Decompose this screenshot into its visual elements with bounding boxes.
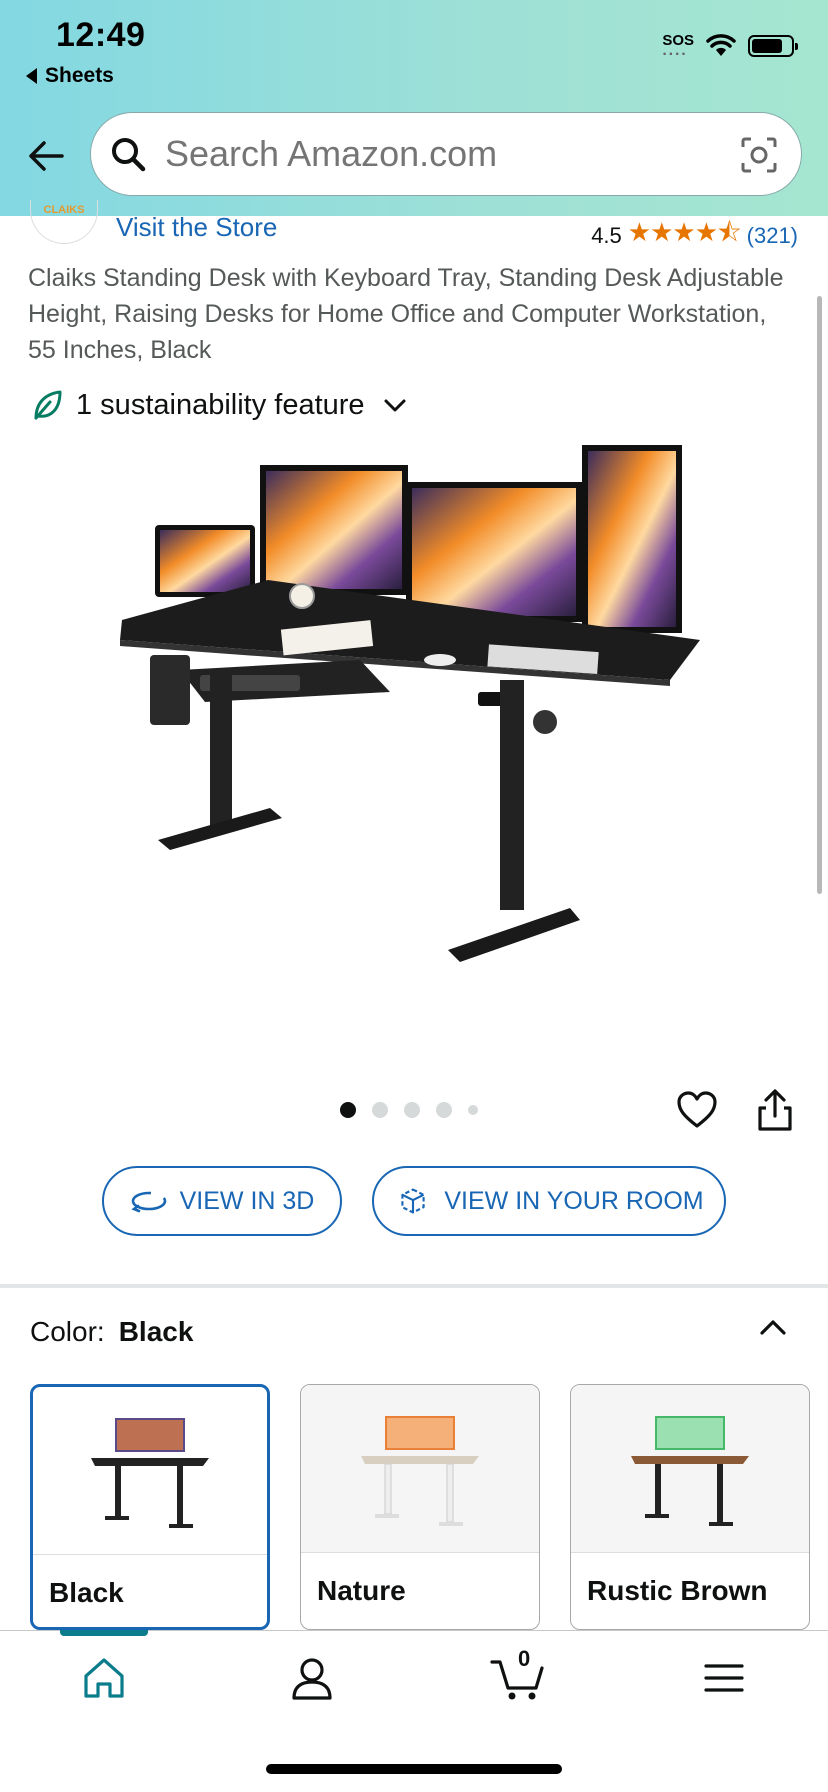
pagination-dot[interactable] — [468, 1105, 478, 1115]
section-divider — [0, 1284, 828, 1288]
cart-count-badge: 0 — [518, 1646, 531, 1671]
back-to-app-link[interactable]: Sheets — [26, 64, 114, 88]
search-input[interactable] — [165, 133, 705, 175]
color-option-label: Nature — [317, 1575, 406, 1606]
account-icon[interactable] — [288, 1654, 336, 1702]
visit-store-link[interactable]: Visit the Store — [116, 212, 277, 243]
color-option-nature[interactable]: Nature — [300, 1384, 540, 1630]
home-indicator-bar[interactable] — [266, 1764, 562, 1774]
page-scrollbar[interactable] — [817, 296, 822, 894]
desk-black-thumbnail — [91, 1417, 209, 1528]
wifi-icon — [706, 34, 736, 56]
desk-rustic-brown-thumbnail — [631, 1415, 749, 1526]
color-option-rustic-brown[interactable]: Rustic Brown — [570, 1384, 810, 1630]
home-icon[interactable] — [80, 1654, 128, 1702]
chevron-down-icon — [384, 399, 406, 412]
product-title: Claiks Standing Desk with Keyboard Tray,… — [28, 264, 784, 364]
selected-color-value: Black — [118, 1316, 194, 1347]
product-rating[interactable]: 4.5 ★★★★⯪ (321) — [591, 214, 798, 258]
view-in-3d-button[interactable]: VIEW IN 3D — [102, 1166, 342, 1236]
product-image[interactable] — [110, 430, 710, 1030]
image-pagination[interactable] — [340, 1102, 478, 1118]
color-selector-label: Color: Black — [30, 1316, 193, 1348]
menu-icon[interactable] — [700, 1654, 748, 1702]
store-logo-text: CLAIKS — [43, 204, 85, 216]
share-icon[interactable] — [756, 1088, 794, 1132]
color-option-label: Rustic Brown — [587, 1575, 768, 1606]
status-icons: SOS — [662, 32, 798, 64]
sustainability-toggle[interactable]: 1 sustainability feature — [30, 388, 407, 422]
swatch-image — [301, 1385, 539, 1553]
search-icon — [112, 138, 146, 172]
leaf-icon — [34, 390, 62, 420]
pagination-dot[interactable] — [372, 1102, 388, 1118]
view-in-3d-label: VIEW IN 3D — [179, 1186, 315, 1215]
sos-indicator: SOS — [662, 32, 694, 64]
color-option-black[interactable]: Black — [30, 1384, 270, 1630]
status-time: 12:49 — [56, 16, 146, 54]
pagination-dot[interactable] — [340, 1102, 356, 1118]
camera-search-icon[interactable] — [739, 135, 779, 175]
pagination-dot[interactable] — [404, 1102, 420, 1118]
pagination-dot[interactable] — [436, 1102, 452, 1118]
rating-value: 4.5 — [591, 223, 622, 248]
search-bar[interactable] — [90, 112, 802, 196]
back-app-label: Sheets — [45, 64, 114, 87]
rating-stars-icon: ★★★★⯪ — [627, 217, 742, 247]
sustainability-label: 1 sustainability feature — [76, 388, 365, 421]
heart-icon[interactable] — [676, 1090, 718, 1130]
app-header: 12:49 Sheets SOS — [0, 0, 828, 216]
store-logo[interactable]: CLAIKS — [30, 200, 98, 244]
swatch-image — [33, 1387, 267, 1555]
swatch-image — [571, 1385, 809, 1553]
chevron-up-icon[interactable] — [756, 1310, 790, 1344]
color-option-label: Black — [49, 1577, 124, 1608]
battery-icon — [748, 35, 798, 57]
view-in-room-button[interactable]: VIEW IN YOUR ROOM — [372, 1166, 726, 1236]
rotate-3d-icon — [130, 1191, 166, 1213]
rating-count[interactable]: (321) — [747, 223, 798, 249]
color-label-text: Color: — [30, 1316, 105, 1347]
ar-cube-icon — [401, 1188, 426, 1214]
back-arrow-icon[interactable] — [26, 136, 66, 176]
active-tab-indicator — [60, 1630, 148, 1636]
back-triangle-icon — [26, 68, 37, 84]
view-in-room-label: VIEW IN YOUR ROOM — [444, 1186, 704, 1215]
desk-nature-thumbnail — [361, 1415, 479, 1526]
